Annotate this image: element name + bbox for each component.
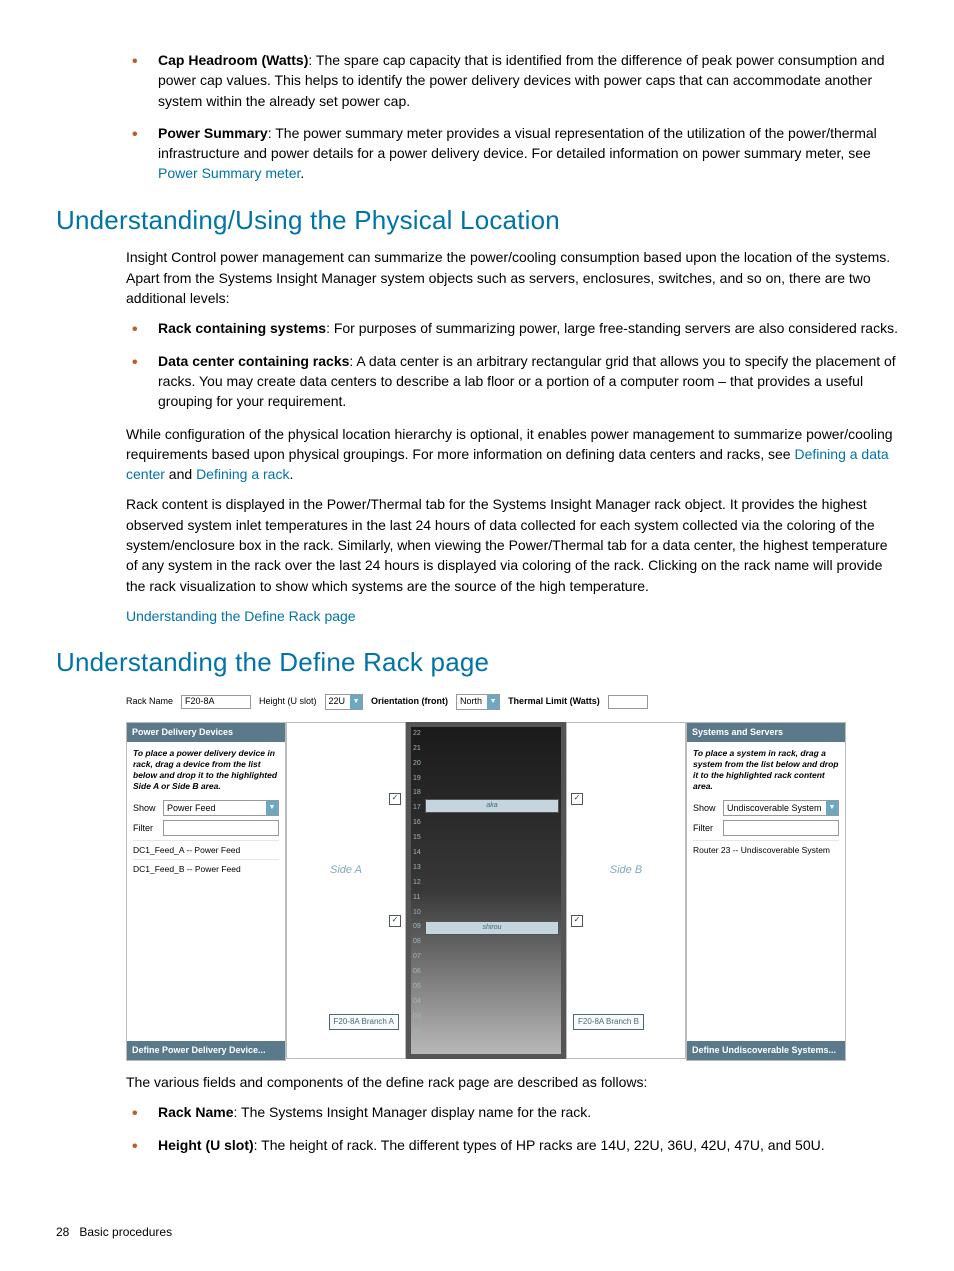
slot-numbers: 2221201918171615141312111009080706050403… [413,729,425,1052]
height-select[interactable]: 22U▼ [325,694,364,710]
link-power-summary[interactable]: Power Summary meter [158,165,300,181]
suffix: . [300,165,304,181]
side-b-drop[interactable]: Side B ✓ ✓ F20-8A Branch B [566,722,686,1059]
para-while: While configuration of the physical loca… [126,424,898,485]
filter-label: Filter [133,822,159,835]
bullet-datacenter-racks: Data center containing racks: A data cen… [126,351,898,412]
para-various: The various fields and components of the… [126,1072,898,1092]
chevron-down-icon: ▼ [487,695,499,709]
filter-label: Filter [693,822,719,835]
text: : The Systems Insight Manager display na… [234,1104,592,1120]
list-item[interactable]: DC1_Feed_A -- Power Feed [133,840,279,859]
show-label: Show [693,802,719,815]
power-delivery-panel: Power Delivery Devices To place a power … [126,722,286,1061]
branch-a-label: F20-8A Branch A [329,1014,399,1030]
rack-visual[interactable]: 2221201918171615141312111009080706050403… [406,722,566,1059]
text: : The height of rack. The different type… [254,1137,825,1153]
para-loc-intro: Insight Control power management can sum… [126,247,898,308]
text: . [289,466,293,482]
rack-center: Side A ✓ ✓ F20-8A Branch A 2221201918171… [286,722,686,1059]
side-a-drop[interactable]: Side A ✓ ✓ F20-8A Branch A [286,722,406,1059]
term: Cap Headroom (Watts) [158,52,308,68]
filter-input-right[interactable] [723,820,839,836]
bullet-rack-name: Rack Name: The Systems Insight Manager d… [126,1102,898,1122]
term: Rack Name [158,1104,234,1120]
rack-system-item[interactable]: shirou [425,921,559,935]
show-select-left[interactable]: Power Feed ▼ [163,800,279,816]
list-item[interactable]: DC1_Feed_B -- Power Feed [133,859,279,878]
show-select-right[interactable]: Undiscoverable System ▼ [723,800,839,816]
term: Rack containing systems [158,320,326,336]
panel-header-right: Systems and Servers [687,723,845,742]
term: Data center containing racks [158,353,349,369]
bullet-power-summary: Power Summary: The power summary meter p… [126,123,898,184]
page-number: 28 [56,1225,69,1239]
show-label: Show [133,802,159,815]
define-bullets: Rack Name: The Systems Insight Manager d… [126,1102,898,1155]
height-label: Height (U slot) [259,695,317,708]
thermal-input[interactable] [608,695,648,709]
text: : For purposes of summarizing power, lar… [326,320,898,336]
rack-name-input[interactable]: F20-8A [181,695,251,709]
checkbox-icon[interactable]: ✓ [571,915,583,927]
chevron-down-icon: ▼ [826,801,838,815]
filter-input-left[interactable] [163,820,279,836]
checkbox-icon[interactable]: ✓ [389,793,401,805]
page-footer: 28 Basic procedures [56,1224,172,1241]
left-hint: To place a power delivery device in rack… [133,748,279,792]
orientation-value: North [457,695,485,708]
show-value: Power Feed [167,802,216,815]
bullet-height-uslot: Height (U slot): The height of rack. The… [126,1135,898,1155]
chevron-down-icon: ▼ [266,801,278,815]
thermal-label: Thermal Limit (Watts) [508,695,600,708]
branch-b-label: F20-8A Branch B [573,1014,644,1030]
define-undiscoverable-button[interactable]: Define Undiscoverable Systems... [687,1041,845,1060]
term: Height (U slot) [158,1137,254,1153]
panel-header-left: Power Delivery Devices [127,723,285,742]
checkbox-icon[interactable]: ✓ [571,793,583,805]
heading-physical-location: Understanding/Using the Physical Locatio… [56,202,898,240]
side-b-label: Side B [567,863,685,879]
orientation-select[interactable]: North▼ [456,694,500,710]
para-rack-content: Rack content is displayed in the Power/T… [126,494,898,595]
rack-system-item[interactable]: aka [425,799,559,813]
checkbox-icon[interactable]: ✓ [389,915,401,927]
page-section: Basic procedures [79,1225,172,1239]
height-value: 22U [326,695,349,708]
term: Power Summary [158,125,268,141]
link-understanding-define[interactable]: Understanding the Define Rack page [126,608,356,624]
chevron-down-icon: ▼ [350,695,362,709]
text: While configuration of the physical loca… [126,426,893,462]
bullet-rack-systems: Rack containing systems: For purposes of… [126,318,898,338]
define-rack-figure: Rack Name F20-8A Height (U slot) 22U▼ Or… [126,692,846,1062]
list-item[interactable]: Router 23 -- Undiscoverable System [693,840,839,859]
side-a-label: Side A [287,863,405,879]
text: and [165,466,196,482]
rack-name-label: Rack Name [126,695,173,708]
define-pdd-button[interactable]: Define Power Delivery Device... [127,1041,285,1060]
link-defining-rack[interactable]: Defining a rack [196,466,289,482]
right-hint: To place a system in rack, drag a system… [693,748,839,792]
top-controls: Rack Name F20-8A Height (U slot) 22U▼ Or… [126,692,846,712]
heading-define-rack: Understanding the Define Rack page [56,644,898,682]
bullet-cap-headroom: Cap Headroom (Watts): The spare cap capa… [126,50,898,111]
orientation-label: Orientation (front) [371,695,448,708]
top-bullets: Cap Headroom (Watts): The spare cap capa… [126,50,898,184]
loc-bullets: Rack containing systems: For purposes of… [126,318,898,411]
show-value: Undiscoverable System [727,802,822,815]
systems-panel: Systems and Servers To place a system in… [686,722,846,1061]
